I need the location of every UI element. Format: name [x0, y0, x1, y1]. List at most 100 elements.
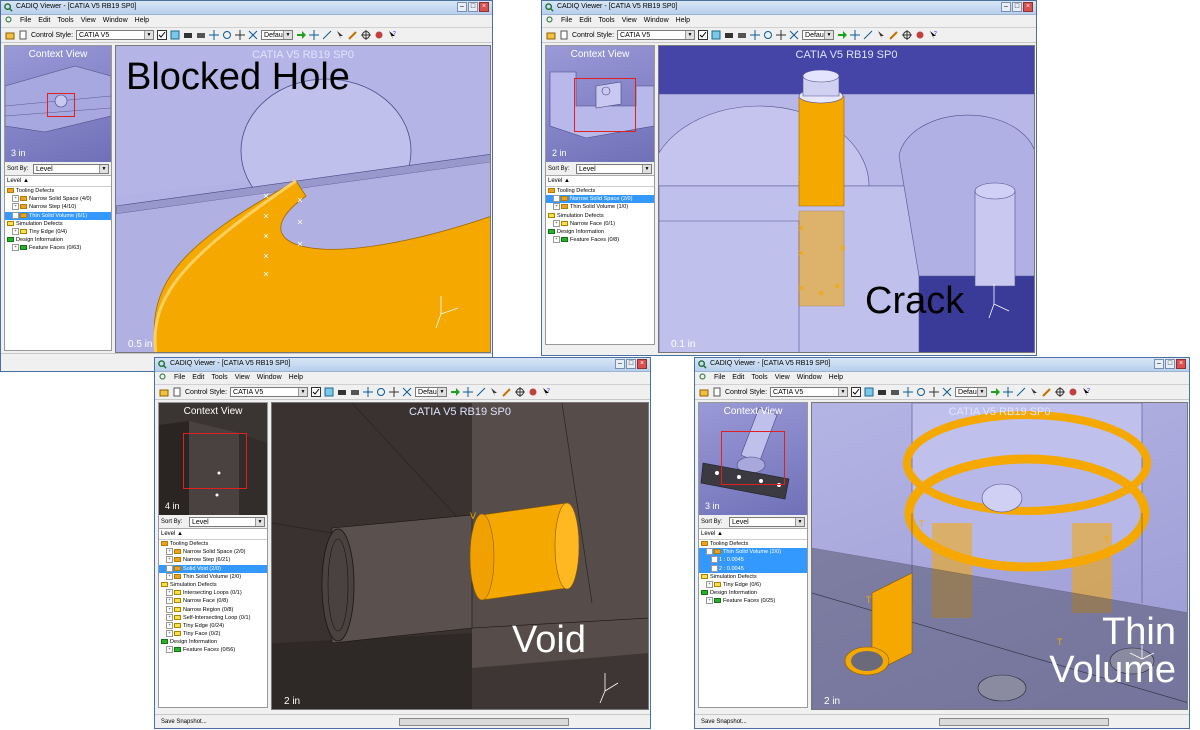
settings-icon[interactable]	[915, 30, 925, 40]
camera-icon[interactable]	[337, 387, 347, 397]
pan-icon[interactable]	[903, 387, 914, 397]
tree-node[interactable]: Simulation Defects	[5, 220, 111, 228]
expand-icon[interactable]: +	[12, 203, 19, 211]
expand-icon[interactable]: +	[166, 597, 173, 605]
save-snapshot-link[interactable]: Save Snapshot...	[161, 719, 207, 725]
expand-icon[interactable]: +	[166, 564, 173, 572]
sort-select[interactable]: Level ▼	[576, 164, 652, 174]
menu-window[interactable]: Window	[797, 372, 822, 383]
cube-icon[interactable]	[711, 30, 721, 40]
menu-window[interactable]: Window	[257, 372, 282, 383]
fit-icon[interactable]	[248, 30, 258, 40]
sort-select[interactable]: Level ▼	[729, 517, 805, 527]
expand-icon[interactable]: +	[166, 572, 173, 580]
pan-icon[interactable]	[363, 387, 374, 397]
expand-icon[interactable]: +	[553, 203, 560, 211]
tree-node[interactable]: + Narrow Step (6/21)	[159, 556, 267, 564]
open-folder-icon[interactable]	[546, 30, 556, 40]
tree-node[interactable]: Simulation Defects	[159, 581, 267, 589]
document-icon[interactable]	[172, 387, 182, 397]
pointer-icon[interactable]	[1029, 387, 1039, 397]
camera-icon[interactable]	[183, 30, 193, 40]
menu-window[interactable]: Window	[103, 15, 128, 26]
fit-icon[interactable]	[942, 387, 952, 397]
menu-file[interactable]: File	[20, 15, 31, 26]
print-icon[interactable]	[737, 30, 747, 40]
measure-icon[interactable]	[863, 30, 873, 40]
menu-edit[interactable]: Edit	[38, 15, 50, 26]
measure-icon[interactable]	[476, 387, 486, 397]
minimize-button[interactable]: –	[615, 359, 625, 369]
maximize-button[interactable]: □	[1165, 359, 1175, 369]
target-icon[interactable]	[361, 30, 372, 40]
menu-file[interactable]: File	[714, 372, 725, 383]
expand-icon[interactable]: +	[166, 548, 173, 556]
expand-icon[interactable]: +	[553, 195, 560, 203]
expand-icon[interactable]: +	[706, 597, 713, 605]
context-view[interactable]: Context View 4 in	[159, 403, 267, 516]
tree-node[interactable]: + Narrow Region (0/8)	[159, 605, 267, 614]
expand-icon[interactable]: +	[12, 195, 19, 203]
model-viewport[interactable]: CATIA V5 RB19 SP0 Blocked Hole 0.5 in	[115, 45, 491, 353]
markup-pen-icon[interactable]	[889, 30, 899, 40]
maximize-button[interactable]: □	[468, 2, 478, 12]
menu-tools[interactable]: Tools	[598, 15, 614, 26]
checkbox-icon[interactable]	[711, 564, 718, 572]
tree-node[interactable]: + Feature Faces (0/63)	[5, 244, 111, 252]
measure-icon[interactable]	[1016, 387, 1026, 397]
pointer-icon[interactable]	[489, 387, 499, 397]
tree-node[interactable]: Design Information	[546, 228, 654, 236]
target-icon[interactable]	[902, 30, 913, 40]
menu-help[interactable]: Help	[135, 15, 149, 26]
go-arrow-icon[interactable]	[296, 30, 307, 40]
menu-edit[interactable]: Edit	[732, 372, 744, 383]
axis-icon[interactable]	[309, 30, 320, 40]
save-snapshot-link[interactable]: Save Snapshot...	[701, 719, 747, 725]
default-view-select[interactable]: Default ▼	[955, 387, 988, 397]
go-arrow-icon[interactable]	[990, 387, 1001, 397]
expand-icon[interactable]: +	[12, 211, 19, 219]
measure-icon[interactable]	[322, 30, 332, 40]
tree-node[interactable]: + Tiny Edge (0/24)	[159, 621, 267, 630]
open-folder-icon[interactable]	[5, 30, 15, 40]
settings-icon[interactable]	[1068, 387, 1078, 397]
axis-icon[interactable]	[1003, 387, 1014, 397]
print-icon[interactable]	[890, 387, 900, 397]
document-icon[interactable]	[712, 387, 722, 397]
expand-icon[interactable]: +	[166, 621, 173, 629]
tree-node[interactable]: + Tiny Face (0/2)	[159, 630, 267, 638]
expand-icon[interactable]: +	[166, 630, 173, 638]
minimize-button[interactable]: –	[1001, 2, 1011, 12]
model-viewport[interactable]: TTTT CATIA V5 RB19 SP0 Thin Volume 2 in	[811, 402, 1188, 710]
tree-node[interactable]: Design Information	[159, 638, 267, 646]
tree-node[interactable]: + Self-Intersecting Loop (0/1)	[159, 613, 267, 622]
context-view[interactable]: Context View 3 in	[699, 403, 807, 516]
tree-node[interactable]: Tooling Defects	[5, 187, 111, 195]
menu-help[interactable]: Help	[829, 372, 843, 383]
default-view-select[interactable]: Default ▼	[415, 387, 448, 397]
tree-header[interactable]: Level ▲	[546, 177, 654, 187]
settings-icon[interactable]	[374, 30, 384, 40]
tree-node[interactable]: + Feature Faces (0/25)	[699, 597, 807, 605]
tree-node[interactable]: + Narrow Solid Space (4/0)	[5, 195, 111, 203]
checkbox-icon[interactable]	[711, 556, 718, 564]
close-button[interactable]: ×	[1023, 2, 1033, 12]
menu-view[interactable]: View	[235, 372, 250, 383]
zoom-icon[interactable]	[776, 30, 787, 40]
expand-icon[interactable]: +	[12, 244, 19, 252]
context-view[interactable]: Context View 3 in	[5, 46, 111, 163]
menu-help[interactable]: Help	[289, 372, 303, 383]
pan-icon[interactable]	[750, 30, 761, 40]
menu-file[interactable]: File	[561, 15, 572, 26]
menu-tools[interactable]: Tools	[211, 372, 227, 383]
help-pointer-icon[interactable]: ?	[387, 30, 397, 40]
checkbox-icon[interactable]	[311, 387, 322, 397]
tree-node[interactable]: + Narrow Solid Space (2/0)	[159, 548, 267, 556]
expand-icon[interactable]: +	[706, 580, 713, 588]
default-view-select[interactable]: Default ▼	[802, 30, 835, 40]
zoom-icon[interactable]	[235, 30, 246, 40]
markup-pen-icon[interactable]	[1042, 387, 1052, 397]
collapse-icon[interactable]: -	[706, 548, 713, 556]
tree-node[interactable]: + Thin Solid Volume (6/1)	[5, 211, 111, 220]
axis-icon[interactable]	[850, 30, 861, 40]
